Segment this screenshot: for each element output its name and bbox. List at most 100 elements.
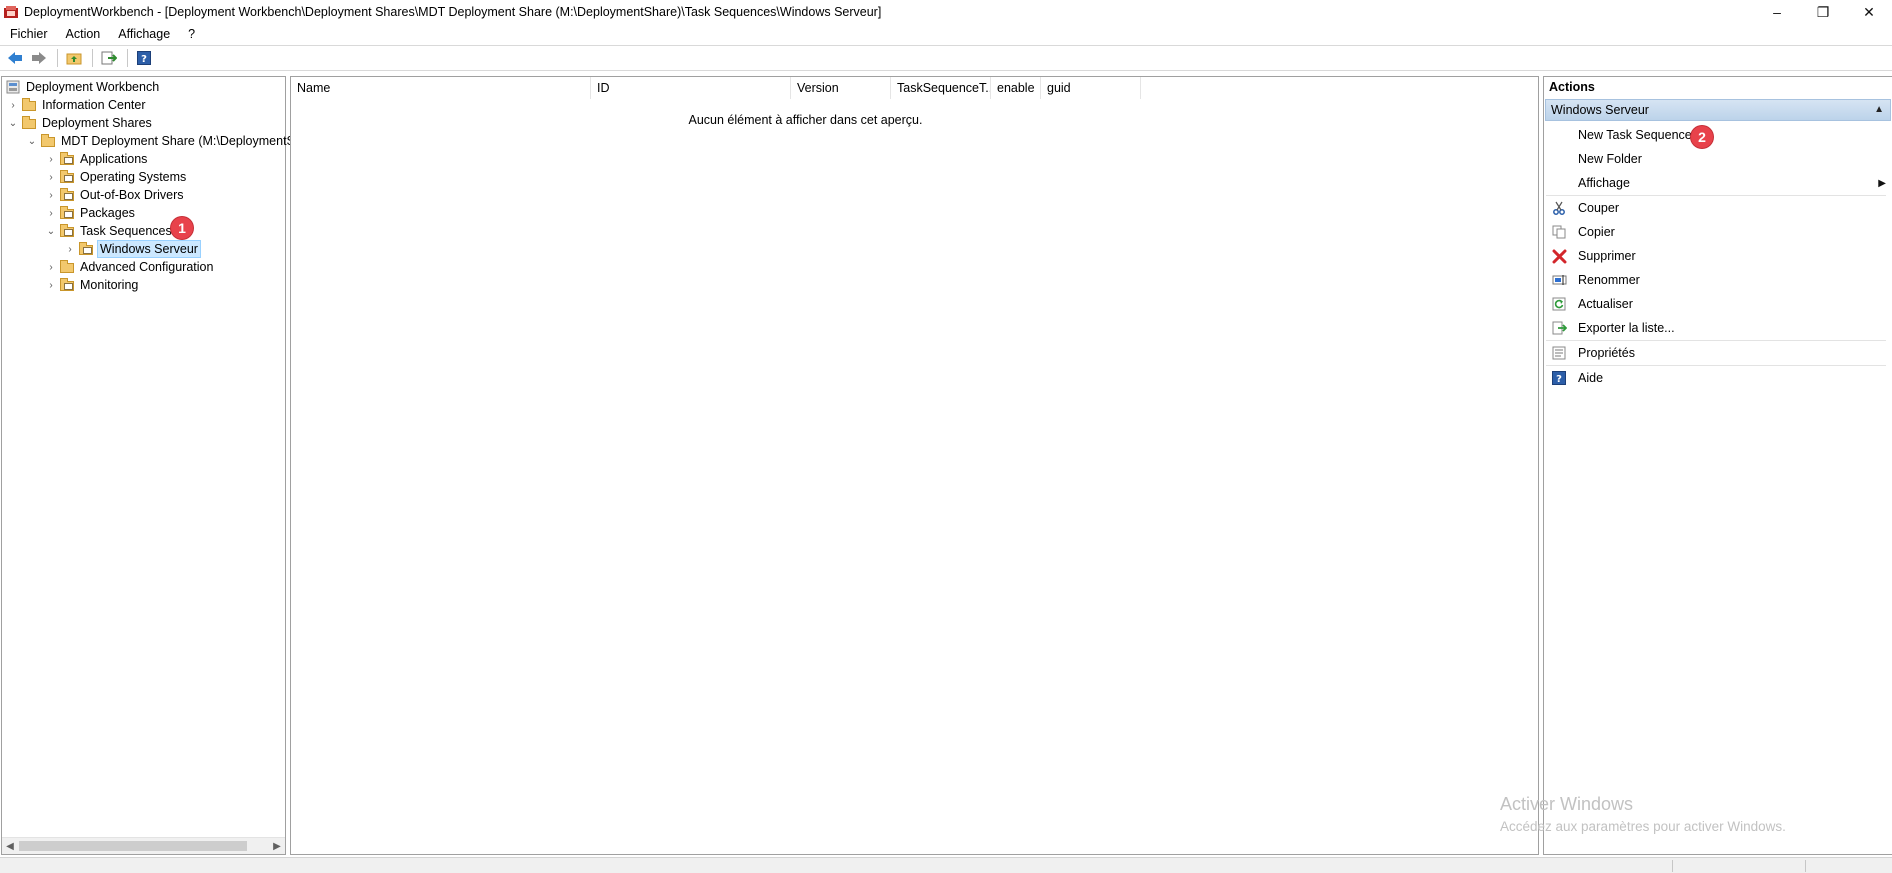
action-label: Propriétés (1578, 346, 1635, 360)
toolbar-separator (127, 49, 128, 67)
tree-item-packages[interactable]: › Packages (44, 204, 137, 222)
activation-watermark-subtitle: Accédez aux paramètres pour activer Wind… (1500, 819, 1786, 834)
back-button[interactable] (4, 48, 26, 68)
tree-item-label: Advanced Configuration (80, 260, 214, 274)
chevron-right-icon[interactable]: › (44, 204, 58, 222)
tree-item-label: Monitoring (80, 278, 139, 292)
folder-icon (59, 187, 75, 203)
action-label: New Folder (1578, 152, 1642, 166)
tree-item-deployment-workbench[interactable]: Deployment Workbench (4, 78, 161, 96)
window-title: DeploymentWorkbench - [Deployment Workbe… (24, 5, 882, 19)
action-new-task-sequence[interactable]: New Task Sequence (1544, 124, 1892, 146)
tree-item-label: MDT Deployment Share (M:\DeploymentShare… (61, 134, 325, 148)
tree-horizontal-scrollbar[interactable]: ◀ ▶ (2, 837, 285, 854)
back-arrow-icon (8, 52, 22, 64)
tree-item-label: Deployment Shares (42, 116, 152, 130)
action-renommer[interactable]: Renommer (1544, 269, 1892, 291)
collapse-up-icon[interactable]: ▲ (1874, 104, 1884, 115)
blank-icon (1551, 175, 1567, 191)
column-id[interactable]: ID (591, 77, 791, 99)
chevron-right-icon[interactable]: › (44, 168, 58, 186)
restore-button[interactable]: ❐ (1800, 0, 1846, 24)
action-label: Copier (1578, 225, 1615, 239)
console-tree-pane: Deployment Workbench › Information Cente… (1, 76, 324, 855)
action-supprimer[interactable]: Supprimer (1544, 245, 1892, 267)
tree-item-advanced-configuration[interactable]: › Advanced Configuration (44, 258, 215, 276)
folder-icon (21, 115, 37, 131)
folder-icon (40, 133, 56, 149)
cut-icon (1551, 200, 1567, 216)
status-separator (1805, 860, 1806, 872)
column-name[interactable]: Name (291, 77, 591, 99)
folder-icon (59, 205, 75, 221)
submenu-arrow-icon: ▶ (1878, 177, 1886, 189)
tree-item-deployment-shares[interactable]: ⌄ Deployment Shares (6, 114, 154, 132)
chevron-right-icon[interactable]: › (44, 150, 58, 168)
chevron-right-icon[interactable]: › (44, 186, 58, 204)
copy-icon (1551, 224, 1567, 240)
empty-list-message: Aucun élément à afficher dans cet aperçu… (688, 113, 923, 127)
rename-icon (1551, 272, 1567, 288)
up-folder-button[interactable] (63, 48, 85, 68)
scroll-left-icon[interactable]: ◀ (2, 841, 18, 852)
forward-arrow-icon (32, 52, 46, 64)
action-proprietes[interactable]: Propriétés (1544, 342, 1892, 364)
folder-icon (59, 169, 75, 185)
tree-item-monitoring[interactable]: › Monitoring (44, 276, 140, 294)
minimize-button[interactable]: – (1754, 0, 1800, 24)
step-badge-2: 2 (1691, 126, 1713, 148)
export-list-button[interactable] (98, 48, 120, 68)
tree-item-windows-serveur[interactable]: › Windows Serveur (63, 240, 201, 258)
help-button[interactable]: ? (133, 48, 155, 68)
action-label: Aide (1578, 371, 1604, 385)
column-task-sequence-template[interactable]: TaskSequenceT... (891, 77, 991, 99)
scrollbar-thumb[interactable] (19, 841, 247, 851)
help-icon: ? (1551, 370, 1567, 386)
column-guid[interactable]: guid (1041, 77, 1141, 99)
menu-action[interactable]: Action (56, 27, 109, 41)
forward-button[interactable] (28, 48, 50, 68)
tree-item-mdt-deployment-share[interactable]: ⌄ MDT Deployment Share (M:\DeploymentSha… (25, 132, 326, 150)
folder-icon (59, 151, 75, 167)
column-version[interactable]: Version (791, 77, 891, 99)
actions-section-windows-serveur[interactable]: Windows Serveur ▲ (1545, 99, 1891, 121)
menu-affichage[interactable]: Affichage (108, 27, 178, 41)
folder-icon (21, 97, 37, 113)
action-copier[interactable]: Copier (1544, 221, 1892, 243)
scroll-right-icon[interactable]: ▶ (269, 841, 285, 852)
chevron-down-icon[interactable]: ⌄ (6, 114, 20, 132)
toolbar: ? (0, 45, 1892, 71)
toolbar-separator (92, 49, 93, 67)
tree-item-operating-systems[interactable]: › Operating Systems (44, 168, 188, 186)
tree-item-label: Out-of-Box Drivers (80, 188, 184, 202)
tree-item-task-sequences[interactable]: ⌄ Task Sequences (44, 222, 174, 240)
action-actualiser[interactable]: Actualiser (1544, 293, 1892, 315)
column-enable[interactable]: enable (991, 77, 1041, 99)
results-list-pane: Name ID Version TaskSequenceT... enable … (290, 76, 1539, 855)
menu-fichier[interactable]: Fichier (0, 27, 56, 41)
close-button[interactable]: ✕ (1846, 0, 1892, 24)
action-aide[interactable]: ? Aide (1544, 367, 1892, 389)
action-label: Affichage (1578, 176, 1630, 190)
tree-item-applications[interactable]: › Applications (44, 150, 149, 168)
chevron-down-icon[interactable]: ⌄ (44, 222, 58, 240)
chevron-right-icon[interactable]: › (44, 276, 58, 294)
tree-item-label: Deployment Workbench (26, 80, 160, 94)
chevron-right-icon[interactable]: › (44, 258, 58, 276)
up-folder-icon (66, 53, 82, 65)
action-exporter-la-liste[interactable]: Exporter la liste... (1544, 317, 1892, 339)
action-new-folder[interactable]: New Folder (1544, 148, 1892, 170)
menu-bar: Fichier Action Affichage ? (0, 24, 1892, 44)
export-icon (1551, 320, 1567, 336)
export-list-icon (101, 51, 117, 65)
chevron-right-icon[interactable]: › (6, 96, 20, 114)
menu-help[interactable]: ? (178, 27, 203, 41)
chevron-down-icon[interactable]: ⌄ (25, 132, 39, 150)
actions-pane: Actions Windows Serveur ▲ New Task Seque… (1543, 76, 1892, 855)
tree-item-information-center[interactable]: › Information Center (6, 96, 148, 114)
tree-item-out-of-box-drivers[interactable]: › Out-of-Box Drivers (44, 186, 186, 204)
action-affichage[interactable]: Affichage ▶ (1544, 172, 1892, 194)
tree-item-label: Packages (80, 206, 135, 220)
action-couper[interactable]: Couper (1544, 197, 1892, 219)
chevron-right-icon[interactable]: › (63, 240, 77, 258)
